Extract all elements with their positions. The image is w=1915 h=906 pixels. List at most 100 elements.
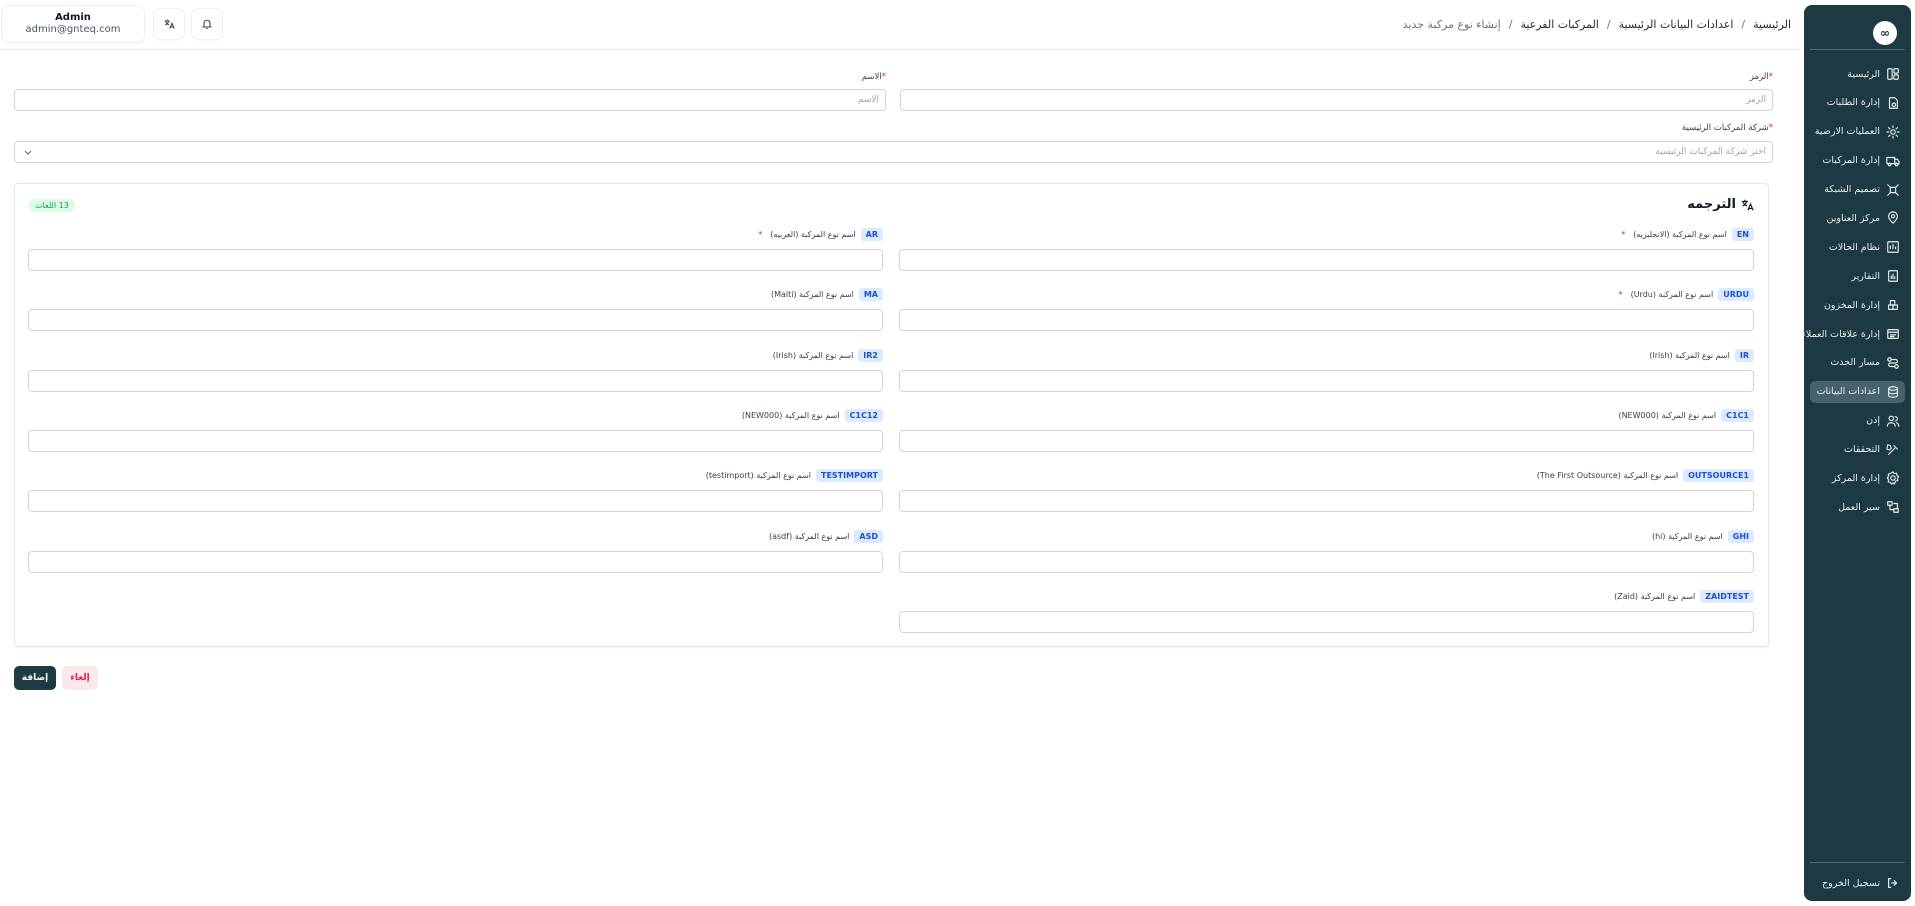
network-icon — [1885, 182, 1900, 197]
translation-input[interactable] — [28, 550, 883, 573]
sidebar-item[interactable]: إدارة المركز — [1810, 467, 1905, 489]
languages-count-badge: 13 اللغات — [29, 199, 75, 212]
translation-field: C1C1 اسم نوع المركبة (NEW000) — [899, 408, 1754, 455]
sidebar-item[interactable]: اعدادات البيانات — [1810, 380, 1905, 403]
user-name: Admin — [55, 12, 91, 23]
breadcrumb-separator: / — [1508, 18, 1513, 31]
translation-input[interactable] — [28, 429, 883, 452]
translation-input[interactable] — [899, 249, 1754, 271]
sidebar-item[interactable]: إذن — [1810, 410, 1905, 432]
language-code-badge: C1C1 — [1721, 408, 1754, 422]
cancel-button[interactable]: إلغاء — [62, 666, 98, 690]
sidebar-item[interactable]: سير العمل — [1810, 496, 1905, 518]
sidebar-item-label: إدارة المخزون — [1823, 299, 1880, 311]
translation-input[interactable] — [899, 369, 1754, 392]
translation-label-text: اسم نوع المركبة (The First Outsource) — [1536, 471, 1679, 481]
sidebar-item[interactable]: إدارة المركبات — [1810, 150, 1905, 172]
translation-field-label: ASD اسم نوع المركبة (asdf) — [769, 529, 883, 543]
sidebar-item-label: مسار الحدث — [1830, 357, 1880, 369]
breadcrumb-item[interactable]: اعدادات البيانات الرئيسية — [1619, 18, 1734, 31]
translation-label-text: اسم نوع المركبة (الانجليزيه) — [1633, 230, 1727, 239]
translate-icon — [163, 18, 175, 30]
language-code-badge: AR — [860, 228, 883, 241]
translation-input[interactable] — [28, 249, 883, 271]
sidebar-item[interactable]: إدارة علاقات العملاء — [1801, 323, 1905, 345]
language-code-badge: EN — [1731, 228, 1754, 241]
sidebar-item[interactable]: التحققات — [1810, 439, 1905, 461]
notifications-button[interactable] — [192, 9, 222, 39]
translation-field: EN اسم نوع المركبة (الانجليزيه) * — [899, 228, 1754, 274]
translation-field: AR اسم نوع المركبة (العربيه) * — [28, 228, 883, 274]
translation-field: ZAIDTEST اسم نوع المركبة (Zaid) — [899, 589, 1754, 636]
user-email: admin@gnteq.com — [25, 24, 121, 35]
user-card[interactable]: Admin admin@gnteq.com — [2, 6, 144, 42]
sidebar-divider — [1810, 862, 1905, 863]
translation-field: TESTIMPORT اسم نوع المركبة (testimport) — [28, 469, 883, 515]
sidebar-item[interactable]: إدارة الطلبات — [1810, 92, 1905, 114]
database-icon — [1885, 384, 1900, 399]
sidebar-item-label: اعدادات البيانات — [1816, 386, 1880, 398]
parent-company-label: *شركة المركبات الرئيسية — [1681, 123, 1773, 133]
translation-input[interactable] — [899, 490, 1754, 513]
inventory-icon — [1885, 298, 1900, 313]
location-icon — [1885, 211, 1900, 226]
translation-input[interactable] — [899, 550, 1754, 573]
breadcrumb-item[interactable]: الرئيسية — [1753, 18, 1791, 31]
sidebar-item[interactable]: الرئيسية — [1810, 63, 1905, 85]
sidebar-item[interactable]: مسار الحدث — [1810, 352, 1905, 374]
translate-icon — [1736, 198, 1754, 212]
language-button[interactable] — [154, 9, 184, 39]
translation-field-label: URDU اسم نوع المركبة (Urdu) * — [1619, 288, 1754, 302]
parent-company-select[interactable]: اختر شركة المركبات الرئيسية — [14, 141, 1773, 163]
breadcrumb-separator: / — [1606, 18, 1611, 31]
translation-label-text: اسم نوع المركبة (hi) — [1651, 531, 1723, 541]
translation-field-label: TESTIMPORT اسم نوع المركبة (testimport) — [706, 469, 883, 483]
translation-input[interactable] — [899, 429, 1754, 452]
translation-input[interactable] — [899, 309, 1754, 332]
breadcrumb-item[interactable]: المركبات الفرعية — [1520, 18, 1598, 31]
sidebar: ∞ الرئيسية إدارة الطلبات العمليات الارضية إ… — [1801, 5, 1911, 901]
translation-field-label: C1C12 اسم نوع المركبة (NEW000) — [742, 408, 883, 422]
translation-input[interactable] — [28, 490, 883, 513]
translation-field: GHI اسم نوع المركبة (hi) — [899, 529, 1754, 576]
logout-icon — [1885, 876, 1900, 891]
logout-button[interactable]: تسجيل الخروج — [1810, 872, 1905, 894]
name-input[interactable] — [14, 89, 886, 111]
translation-label-text: اسم نوع المركبة (Zaid) — [1614, 591, 1696, 601]
sidebar-item-label: مركز العناوين — [1826, 212, 1880, 224]
translation-field-label: EN اسم نوع المركبة (الانجليزيه) * — [1621, 228, 1754, 241]
sidebar-item-label: التحققات — [1844, 444, 1880, 456]
code-input[interactable] — [900, 89, 1773, 111]
translation-field-label: OUTSOURCE1 اسم نوع المركبة (The First Out… — [1536, 469, 1754, 483]
language-code-badge: ZAIDTEST — [1700, 589, 1754, 603]
workflow-icon — [1885, 500, 1900, 515]
sidebar-item-label: إدارة المركبات — [1822, 155, 1880, 167]
sidebar-item[interactable]: العمليات الارضية — [1810, 121, 1905, 143]
tools-icon — [1885, 442, 1900, 457]
translation-field-label: IR2 اسم نوع المركبة (Irish) — [772, 348, 883, 362]
translation-input[interactable] — [28, 369, 883, 392]
breadcrumb-current: إنشاء نوع مركبة جديد — [1402, 18, 1501, 31]
sidebar-item[interactable]: نظام الحالات — [1810, 236, 1905, 258]
language-code-badge: ASD — [854, 529, 883, 543]
translation-input[interactable] — [899, 610, 1754, 633]
language-code-badge: IR — [1734, 348, 1754, 362]
add-button[interactable]: إضافة — [14, 666, 56, 690]
settings-icon — [1885, 471, 1900, 486]
sidebar-item[interactable]: إدارة المخزون — [1810, 294, 1905, 316]
users-icon — [1885, 413, 1900, 428]
translation-field: URDU اسم نوع المركبة (Urdu) * — [899, 288, 1754, 334]
sidebar-item[interactable]: مركز العناوين — [1810, 207, 1905, 229]
sidebar-divider — [1810, 49, 1905, 50]
app-logo[interactable]: ∞ — [1873, 21, 1897, 45]
crm-icon — [1885, 327, 1900, 342]
sidebar-item[interactable]: التقارير — [1810, 265, 1905, 287]
translation-input[interactable] — [28, 309, 883, 332]
translation-label-text: اسم نوع المركبة (Irish) — [772, 350, 854, 360]
translation-field-label: MA اسم نوع المركبة (Malti) — [771, 288, 883, 302]
route-icon — [1885, 355, 1900, 370]
sidebar-item-label: الرئيسية — [1847, 68, 1880, 80]
sidebar-item[interactable]: تصميم الشبكة — [1810, 179, 1905, 201]
required-marker: * — [758, 230, 763, 239]
language-code-badge: IR2 — [858, 348, 883, 362]
